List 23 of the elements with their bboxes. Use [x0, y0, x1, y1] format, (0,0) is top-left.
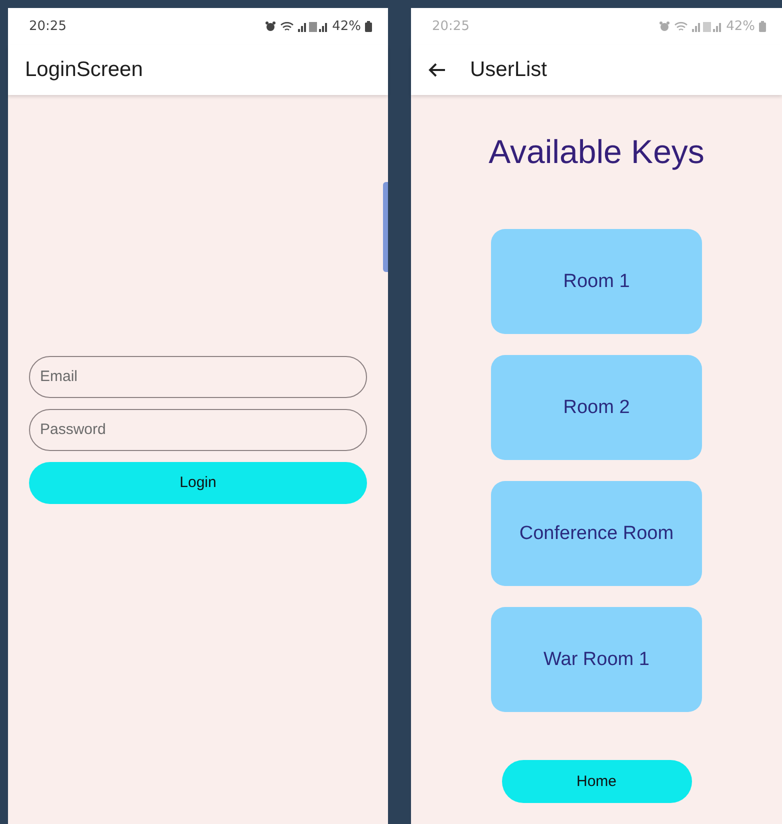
wifi-icon — [280, 21, 294, 32]
battery-level: 42% — [726, 19, 755, 34]
key-button[interactable]: Conference Room — [491, 481, 702, 586]
wifi-icon — [674, 21, 688, 32]
key-button[interactable]: Room 1 — [491, 229, 702, 334]
input-field[interactable]: Email — [29, 356, 367, 398]
battery-level: 42% — [332, 19, 361, 34]
input-field[interactable]: Password — [29, 408, 367, 450]
status-time: 20:25 — [29, 19, 66, 34]
signal-icon — [692, 21, 722, 32]
status-time: 20:25 — [432, 19, 470, 34]
back-arrow-icon[interactable] — [428, 62, 446, 78]
screen-title: LoginScreen — [25, 58, 143, 82]
key-button[interactable]: War Room 1 — [491, 607, 702, 712]
home-button[interactable]: Home — [502, 760, 692, 803]
battery-icon — [759, 21, 766, 32]
battery-icon — [365, 21, 372, 32]
edge-panel-handle[interactable] — [383, 182, 388, 272]
screen-title: UserList — [470, 58, 548, 82]
login-button[interactable]: Login — [29, 462, 367, 504]
key-button[interactable]: Room 2 — [491, 355, 702, 460]
signal-icon — [298, 21, 328, 32]
heading: Available Keys — [488, 133, 704, 171]
